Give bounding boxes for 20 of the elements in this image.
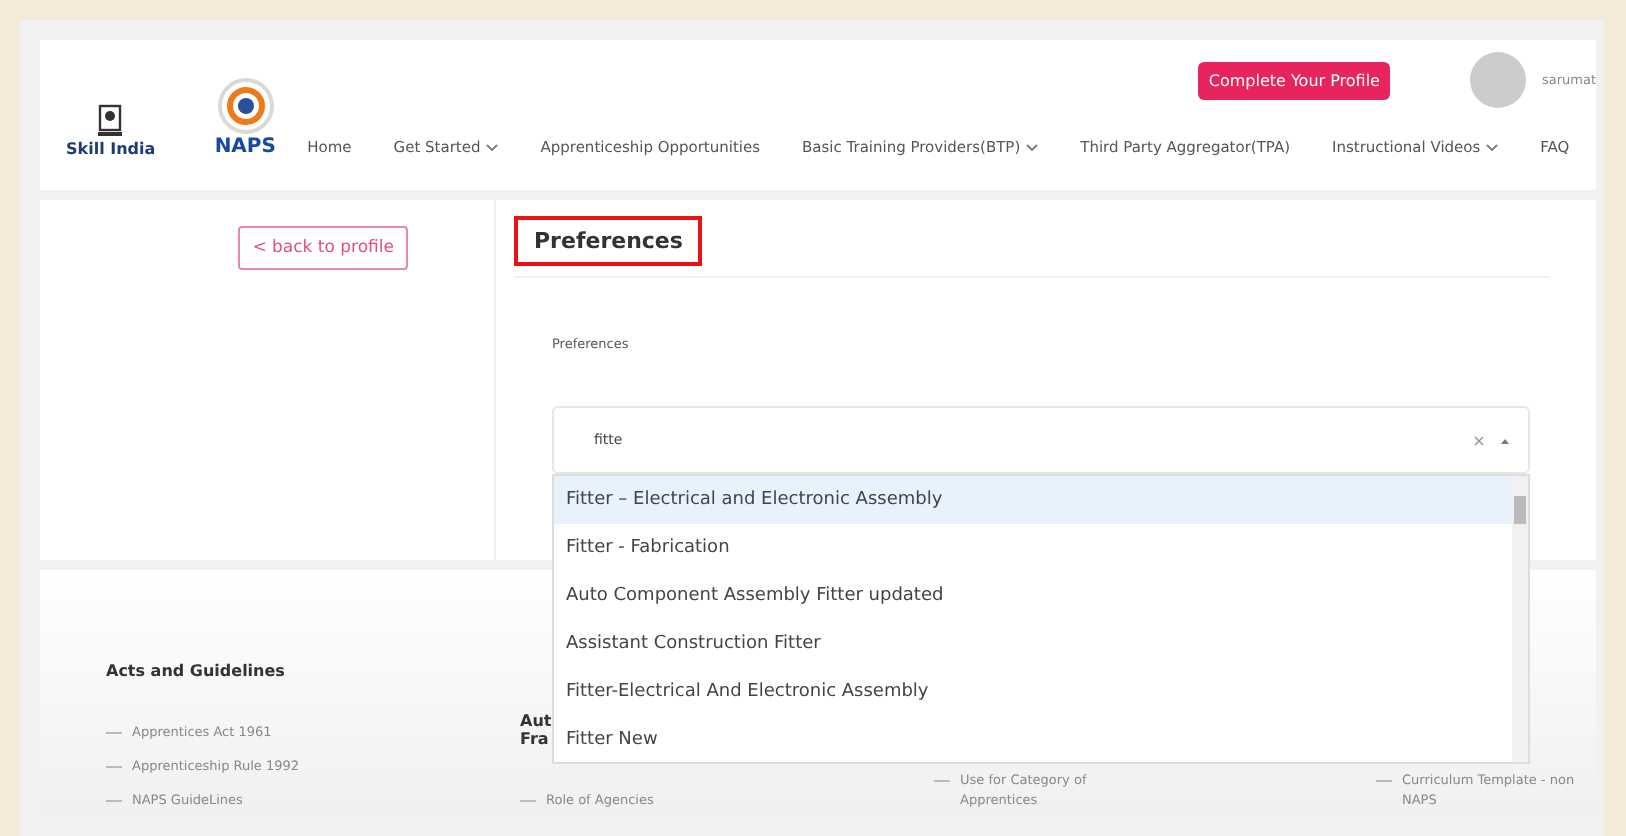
emblem-icon — [96, 104, 125, 140]
logo-text: NAPS — [214, 136, 276, 158]
complete-profile-button[interactable]: Complete Your Profile — [1198, 61, 1390, 99]
caret-icon — [1486, 143, 1499, 151]
option-item[interactable]: Fitter-Electrical And Electronic Assembly — [554, 668, 1512, 716]
footer-heading: Acts and Guidelines — [106, 662, 285, 680]
clear-icon[interactable] — [1472, 433, 1486, 447]
footer-heading: Aut Fra — [520, 712, 554, 748]
scrollbar[interactable] — [1512, 476, 1528, 762]
page-title: Preferences — [514, 216, 703, 266]
option-item[interactable]: Fitter - Fabrication — [554, 524, 1512, 572]
back-to-profile-button[interactable]: < back to profile — [238, 226, 408, 270]
logo-text: Skill India — [66, 140, 156, 158]
option-item[interactable]: Assistant Construction Fitter — [554, 620, 1512, 668]
option-item[interactable]: Fitter – Electrical and Electronic Assembly — [554, 476, 1512, 524]
caret-icon — [486, 143, 499, 151]
caret-icon — [1026, 143, 1039, 151]
avatar[interactable] — [1469, 52, 1526, 108]
option-item[interactable]: Fitter New — [554, 716, 1512, 764]
option-item[interactable]: Auto Component Assembly Fitter updated — [554, 572, 1512, 620]
